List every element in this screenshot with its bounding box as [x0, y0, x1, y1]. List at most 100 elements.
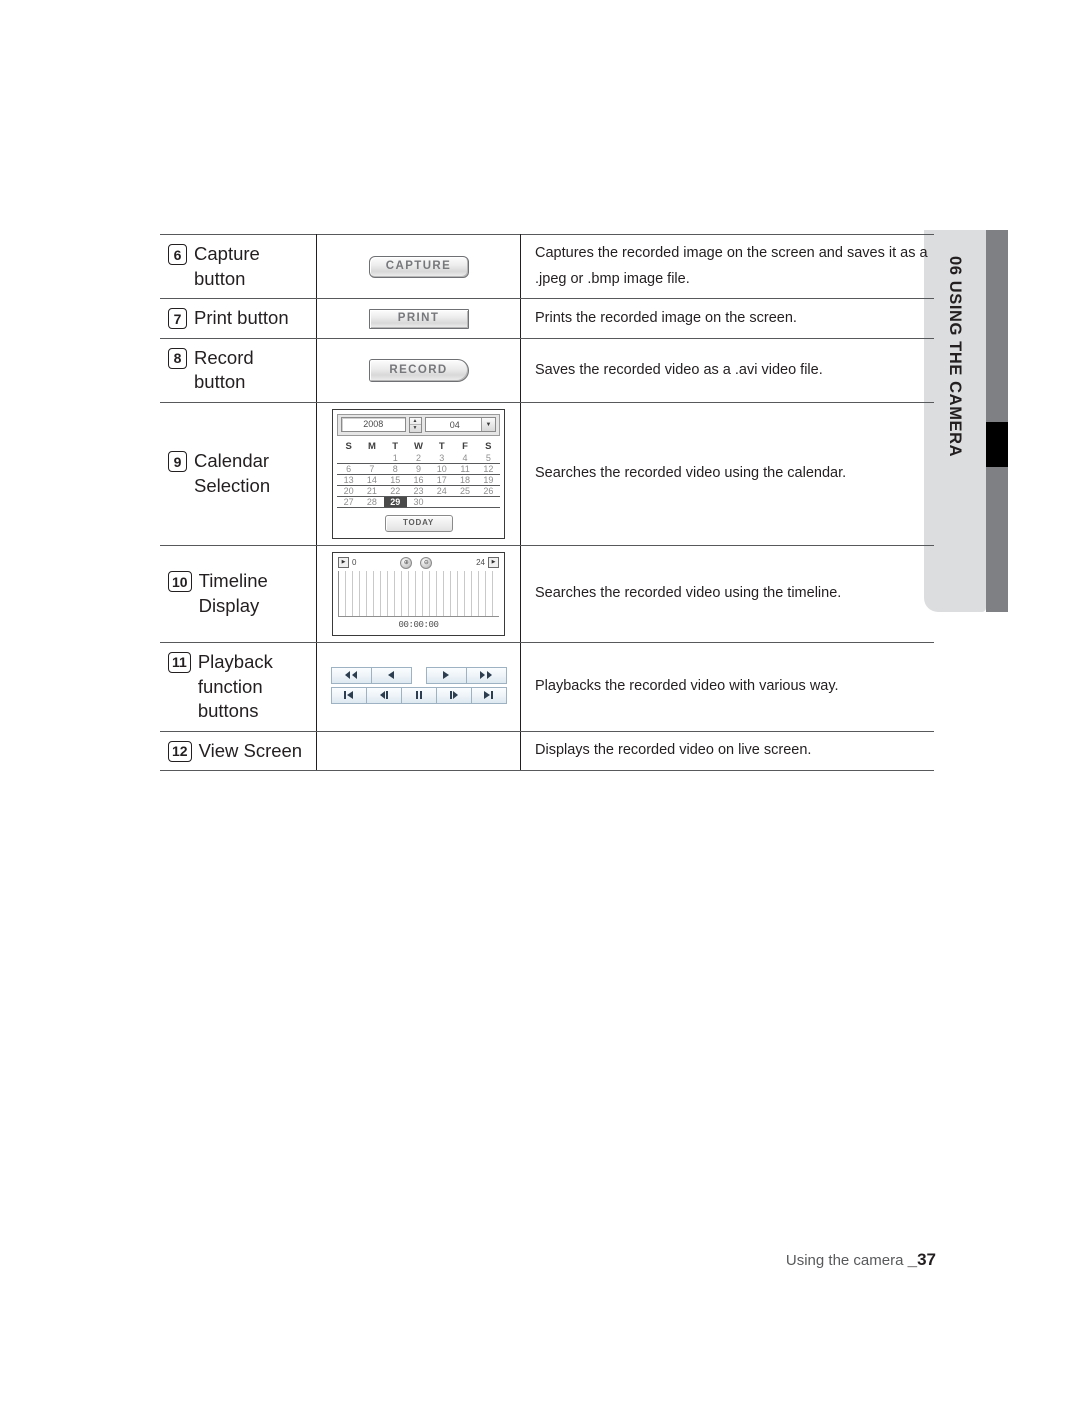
today-button[interactable]: TODAY	[384, 514, 453, 532]
calendar-day[interactable]: 13	[337, 474, 361, 486]
calendar-day[interactable]: 18	[453, 474, 477, 486]
chapter-side-tab: 06 USING THE CAMERA	[924, 230, 1008, 612]
timeline-prev-icon[interactable]: ▶	[338, 557, 349, 569]
calendar-weekday: F	[462, 440, 468, 452]
row-visual-cell	[316, 731, 521, 772]
skip-to-start-button[interactable]	[330, 686, 366, 704]
calendar-day[interactable]	[337, 452, 361, 464]
footer-section-label: Using the camera	[785, 1252, 908, 1269]
chevron-down-icon[interactable]: ▼	[481, 418, 496, 432]
table-row: 9 Calendar Selection 2008 ▲ ▼ 04 ▼ S M T…	[160, 402, 934, 546]
item-badge: 9	[168, 451, 187, 473]
capture-button[interactable]: CAPTURE	[368, 255, 469, 278]
row-description: Captures the recorded image on the scree…	[520, 233, 934, 300]
calendar-day[interactable]: 11	[453, 463, 477, 475]
calendar-widget[interactable]: 2008 ▲ ▼ 04 ▼ S M T W T F S 1 2 3 4 5 6 …	[332, 408, 505, 539]
zoom-out-icon[interactable]: ⊖	[420, 556, 433, 569]
calendar-day[interactable]	[430, 496, 454, 508]
calendar-day[interactable]: 28	[360, 496, 384, 508]
reverse-play-button[interactable]	[370, 666, 412, 684]
calendar-day[interactable]: 6	[337, 463, 361, 475]
playback-buttons	[330, 666, 507, 704]
calendar-day[interactable]: 12	[476, 463, 500, 475]
calendar-day[interactable]: 26	[476, 485, 500, 497]
play-button[interactable]	[425, 666, 466, 684]
table-row: 12 View Screen Displays the recorded vid…	[160, 731, 934, 772]
calendar-day[interactable]	[360, 452, 384, 464]
fast-forward-button[interactable]	[465, 666, 507, 684]
calendar-day[interactable]: 7	[360, 463, 384, 475]
side-tab-bar	[986, 230, 1008, 612]
calendar-day[interactable]: 22	[383, 485, 407, 497]
calendar-day[interactable]: 5	[476, 452, 500, 464]
spinner-down-icon[interactable]: ▼	[410, 425, 421, 432]
row-label-cell: 10 Timeline Display	[160, 545, 317, 643]
calendar-weekday: T	[438, 440, 445, 452]
calendar-weekday: S	[345, 440, 352, 452]
calendar-day[interactable]: 23	[406, 485, 431, 497]
page-number: _37	[907, 1250, 936, 1269]
playback-row-top	[330, 666, 507, 684]
calendar-day[interactable]: 4	[453, 452, 477, 464]
calendar-day[interactable]	[453, 496, 477, 508]
row-label-cell: 8 Record button	[160, 338, 317, 403]
calendar-day[interactable]: 14	[360, 474, 384, 486]
record-button[interactable]: RECORD	[368, 358, 469, 382]
calendar-day[interactable]: 20	[337, 485, 361, 497]
timeline-next-icon[interactable]: ▶	[488, 557, 500, 569]
timeline-header: ▶ 0 ⊕ ⊖ 24 ▶	[338, 556, 500, 569]
item-label: Record button	[194, 346, 254, 393]
calendar-day[interactable]: 9	[406, 463, 431, 475]
calendar-day[interactable]	[476, 496, 500, 508]
row-label-cell: 9 Calendar Selection	[160, 402, 317, 546]
calendar-day[interactable]: 27	[337, 496, 361, 508]
calendar-day[interactable]: 25	[453, 485, 477, 497]
zoom-in-icon[interactable]: ⊕	[400, 556, 413, 569]
calendar-day[interactable]: 8	[383, 463, 407, 475]
calendar-day[interactable]: 1	[383, 452, 407, 464]
print-button[interactable]: PRINT	[368, 308, 469, 329]
row-description: Searches the recorded video using the ca…	[520, 402, 934, 546]
row-description: Searches the recorded video using the ti…	[520, 545, 934, 643]
calendar-day[interactable]: 24	[430, 485, 454, 497]
calendar-day[interactable]: 16	[406, 474, 431, 486]
item-label: Timeline Display	[198, 570, 268, 616]
calendar-day[interactable]: 21	[360, 485, 384, 497]
row-description: Prints the recorded image on the screen.	[520, 298, 934, 339]
calendar-day[interactable]: 10	[430, 463, 454, 475]
row-description: Displays the recorded video on live scre…	[520, 731, 934, 772]
timeline-track[interactable]	[338, 570, 499, 617]
calendar-day[interactable]: 15	[383, 474, 407, 486]
calendar-year-spinner[interactable]: ▲ ▼	[408, 416, 422, 433]
calendar-day[interactable]: 3	[430, 452, 454, 464]
item-label: Calendar Selection	[194, 450, 271, 496]
timeline-widget[interactable]: ▶ 0 ⊕ ⊖ 24 ▶ 00:00:00	[332, 551, 505, 636]
control-description-table: 6 Capture button CAPTURE Captures the re…	[160, 233, 934, 772]
row-visual-cell: ▶ 0 ⊕ ⊖ 24 ▶ 00:00:00	[316, 545, 521, 643]
step-forward-button[interactable]	[435, 686, 471, 704]
row-label-cell: 11 Playback function buttons	[160, 642, 317, 732]
calendar-day[interactable]: 19	[476, 474, 500, 486]
pause-button[interactable]	[400, 686, 436, 704]
calendar-weekday: M	[367, 440, 376, 452]
step-backward-button[interactable]	[365, 686, 401, 704]
calendar-year-input[interactable]: 2008	[341, 417, 406, 433]
row-visual-cell: CAPTURE	[316, 233, 521, 300]
item-label: Print button	[194, 307, 289, 329]
item-badge: 7	[168, 308, 187, 330]
calendar-month-select[interactable]: 04 ▼	[424, 417, 497, 433]
rewind-button[interactable]	[330, 666, 371, 684]
calendar-day[interactable]: 2	[406, 452, 431, 464]
calendar-day-selected[interactable]: 29	[383, 496, 407, 508]
table-row: 7 Print button PRINT Prints the recorded…	[160, 298, 934, 339]
calendar-day[interactable]: 17	[430, 474, 454, 486]
calendar-weekday: T	[392, 440, 399, 452]
calendar-grid: S M T W T F S 1 2 3 4 5 6 7 8 9 10 11 12…	[337, 440, 500, 508]
calendar-week-row: 1 2 3 4 5	[337, 452, 500, 464]
row-visual-cell: RECORD	[316, 338, 521, 403]
item-badge: 8	[168, 347, 187, 369]
playback-row-bottom	[330, 686, 507, 704]
calendar-day[interactable]: 30	[406, 496, 431, 508]
item-badge: 6	[168, 244, 187, 265]
skip-to-end-button[interactable]	[470, 686, 507, 704]
